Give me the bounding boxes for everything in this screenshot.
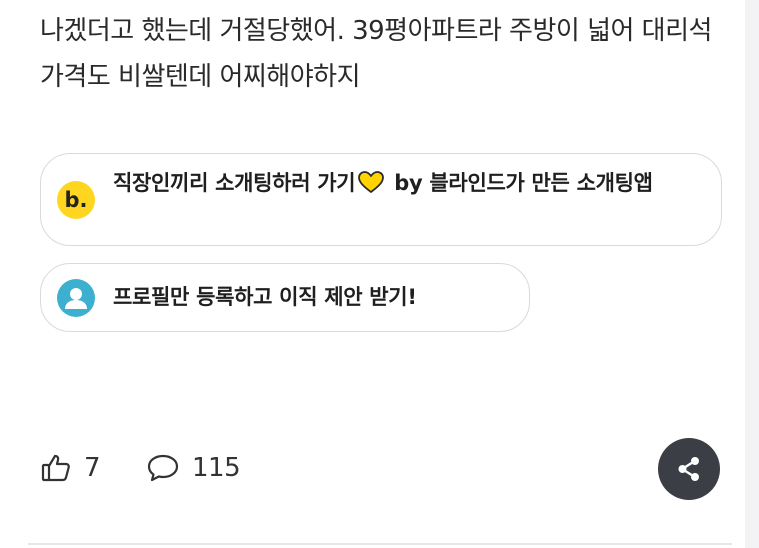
post-action-bar: 7 115 bbox=[40, 448, 360, 488]
comment-bubble-icon bbox=[147, 454, 179, 482]
post-body-text: 나겠더고 했는데 거절당했어. 39평아파트라 주방이 넓어 대리석 가격도 비… bbox=[40, 16, 712, 92]
dating-promo-text: 직장인끼리 소개팅하러 가기 by 블라인드가 만든 소개팅앱 bbox=[113, 167, 703, 199]
blind-logo-letter: b. bbox=[64, 188, 88, 212]
comment-count: 115 bbox=[192, 453, 241, 483]
job-offer-promo[interactable]: 프로필만 등록하고 이직 제안 받기! bbox=[40, 263, 530, 332]
dating-promo-title: 직장인끼리 소개팅하러 가기 bbox=[113, 171, 356, 195]
post-card: 나겠더고 했는데 거절당했어. 39평아파트라 주방이 넓어 대리석 가격도 비… bbox=[0, 0, 759, 548]
page-edge-strip bbox=[745, 0, 759, 548]
like-count: 7 bbox=[84, 453, 101, 483]
section-divider bbox=[28, 543, 732, 545]
dating-app-promo[interactable]: b. 직장인끼리 소개팅하러 가기 by 블라인드가 만든 소개팅앱 bbox=[40, 153, 722, 246]
yellow-heart-icon bbox=[358, 171, 385, 193]
blind-b-logo-icon: b. bbox=[57, 181, 95, 219]
like-button[interactable]: 7 bbox=[40, 448, 101, 488]
thumbs-up-icon bbox=[41, 454, 70, 482]
share-button[interactable] bbox=[658, 438, 720, 500]
share-icon bbox=[678, 457, 699, 481]
comment-button[interactable]: 115 bbox=[146, 448, 241, 488]
user-avatar-icon bbox=[57, 279, 95, 317]
job-offer-promo-text: 프로필만 등록하고 이직 제안 받기! bbox=[113, 285, 417, 309]
dating-promo-suffix: by 블라인드가 만든 소개팅앱 bbox=[394, 171, 653, 195]
